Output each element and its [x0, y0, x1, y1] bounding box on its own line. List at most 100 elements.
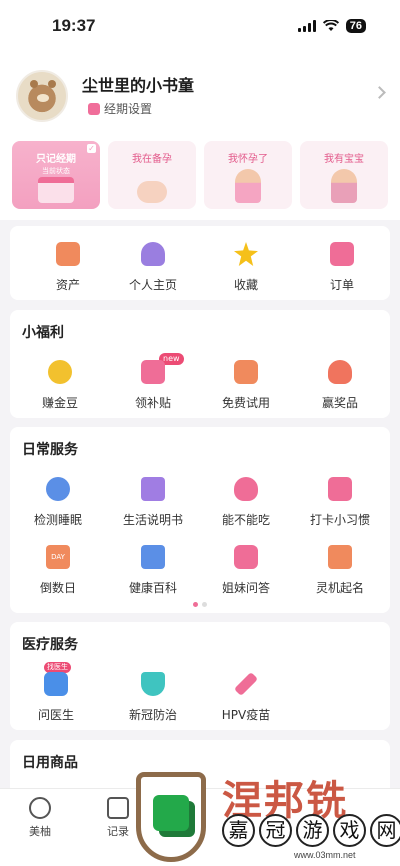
section-title: 小福利: [22, 325, 64, 341]
watermark-logo: [136, 772, 206, 862]
welfare-card: 小福利 赚金豆 new 领补贴 免费试用 赢奖品: [10, 310, 390, 418]
service-label: 打卡小习惯: [309, 513, 370, 527]
signal-icon: [297, 20, 316, 32]
avatar[interactable]: [16, 70, 68, 122]
period-setting-button[interactable]: 经期设置: [88, 100, 152, 117]
quick-item-favorites[interactable]: 收藏: [200, 242, 292, 293]
prize-bag-icon: [328, 360, 352, 384]
mode-have-baby[interactable]: 我有宝宝: [300, 141, 388, 209]
day-calendar-icon: DAY: [46, 545, 70, 569]
service-life-guide[interactable]: 生活说明书: [107, 477, 199, 528]
service-sisters-qa[interactable]: 姐妹问答: [200, 545, 292, 596]
watermark-char: 网: [370, 814, 400, 847]
page-dot-active: [193, 602, 198, 607]
tab-meiyou[interactable]: 美柚: [10, 797, 70, 839]
mode-label: 我有宝宝: [324, 154, 364, 165]
service-label: 姐妹问答: [221, 581, 270, 595]
medical-item-label: 新冠防治: [128, 708, 177, 722]
daily-services-card: 日常服务 检测睡眠 生活说明书 能不能吃 打卡小习惯 DAY 倒数日 健康百科 …: [10, 427, 390, 613]
coupon-icon: [141, 360, 165, 384]
checkin-icon: [328, 477, 352, 501]
battery-icon: 76: [345, 19, 366, 33]
status-icons: 76: [297, 19, 366, 33]
pregnant-woman-illustration: [235, 169, 261, 203]
service-habit-checkin[interactable]: 打卡小习惯: [294, 477, 386, 528]
medical-ask-doctor[interactable]: 找医生 问医生: [10, 662, 102, 723]
medical-services-card: 医疗服务 找医生 问医生 新冠防治 HPV疫苗: [10, 622, 390, 730]
welfare-item-label: 赢奖品: [321, 396, 358, 410]
period-setting-label: 经期设置: [104, 102, 153, 116]
guide-book-icon: [141, 477, 165, 501]
medical-covid[interactable]: 新冠防治: [107, 672, 199, 723]
username: 尘世里的小书童: [82, 76, 195, 95]
service-label: 生活说明书: [122, 513, 183, 527]
quick-item-label: 个人主页: [128, 278, 177, 292]
mode-selector: ✓ 只记经期 当前状态 我在备孕 我怀孕了 我有宝宝: [0, 138, 400, 220]
star-icon: [234, 242, 258, 266]
mode-label: 我在备孕: [132, 154, 172, 165]
mode-preparing-pregnancy[interactable]: 我在备孕: [108, 141, 196, 209]
mode-period-only[interactable]: ✓ 只记经期 当前状态: [12, 141, 100, 209]
welfare-item-label: 赚金豆: [41, 396, 78, 410]
calendar-illustration: [38, 177, 74, 203]
gold-bean-icon: [48, 360, 72, 384]
calendar-icon: [107, 797, 129, 819]
service-label: 倒数日: [39, 581, 76, 595]
welfare-item-free-trial[interactable]: 免费试用: [200, 360, 292, 411]
wallet-icon: [56, 242, 80, 266]
watermark-url: www.03mm.net: [294, 850, 356, 860]
section-title: 日常服务: [22, 442, 78, 458]
watermark-site-name: 嘉 冠 游 戏 网: [222, 814, 400, 847]
quick-item-label: 资产: [55, 278, 80, 292]
section-title: 医疗服务: [22, 637, 78, 653]
service-sleep[interactable]: 检测睡眠: [12, 477, 104, 528]
service-countdown[interactable]: DAY 倒数日: [12, 545, 104, 596]
chevron-right-icon[interactable]: [373, 86, 386, 99]
question-bowl-icon: [234, 477, 258, 501]
quick-item-label: 订单: [329, 278, 354, 292]
tab-label: 美柚: [29, 825, 51, 838]
profile-header[interactable]: 尘世里的小书童 经期设置: [0, 54, 400, 138]
service-label: 健康百科: [128, 581, 177, 595]
welfare-item-subsidy[interactable]: new 领补贴: [107, 353, 199, 411]
wifi-icon: [322, 20, 339, 31]
service-can-eat[interactable]: 能不能吃: [200, 477, 292, 528]
question-bubble-icon: [234, 545, 258, 569]
meiyou-icon: [29, 797, 51, 819]
welfare-item-prizes[interactable]: 赢奖品: [294, 360, 386, 411]
page-dot: [202, 602, 207, 607]
watermark-char: 冠: [259, 814, 292, 847]
watermark-char: 嘉: [222, 814, 255, 847]
syringe-icon: [233, 671, 259, 697]
quick-entry-card: 资产 个人主页 收藏 订单: [10, 226, 390, 300]
check-icon: ✓: [87, 144, 96, 153]
mode-current-status: 当前状态: [42, 167, 70, 175]
order-icon: [330, 242, 354, 266]
quick-item-label: 收藏: [233, 278, 258, 292]
welfare-item-label: 领补贴: [134, 396, 171, 410]
mother-baby-illustration: [331, 169, 357, 203]
service-naming[interactable]: 灵机起名: [294, 545, 386, 596]
service-label: 灵机起名: [315, 581, 364, 595]
welfare-item-gold-beans[interactable]: 赚金豆: [14, 360, 106, 411]
period-icon: [88, 102, 100, 115]
chat-doctor-icon: [44, 672, 68, 696]
quick-item-assets[interactable]: 资产: [22, 242, 114, 293]
quick-item-profile[interactable]: 个人主页: [107, 242, 199, 293]
medical-hpv-vaccine[interactable]: HPV疫苗: [200, 671, 292, 723]
quick-item-orders[interactable]: 订单: [296, 242, 388, 293]
naming-icon: [328, 545, 352, 569]
watermark: 涅邦铣 嘉 冠 游 戏 网 www.03mm.net: [130, 766, 400, 866]
medical-item-label: 问医生: [37, 708, 74, 722]
service-label: 检测睡眠: [33, 513, 82, 527]
mode-label: 我怀孕了: [228, 154, 268, 165]
medical-item-label: HPV疫苗: [221, 708, 271, 722]
page-indicator: [193, 602, 207, 607]
trial-bag-icon: [234, 360, 258, 384]
service-health-wiki[interactable]: 健康百科: [107, 545, 199, 596]
mode-pregnant[interactable]: 我怀孕了: [204, 141, 292, 209]
wiki-search-icon: [141, 545, 165, 569]
hand-illustration: [137, 181, 167, 203]
status-bar: 19:37 76: [0, 0, 400, 54]
section-title: 日用商品: [22, 755, 78, 771]
